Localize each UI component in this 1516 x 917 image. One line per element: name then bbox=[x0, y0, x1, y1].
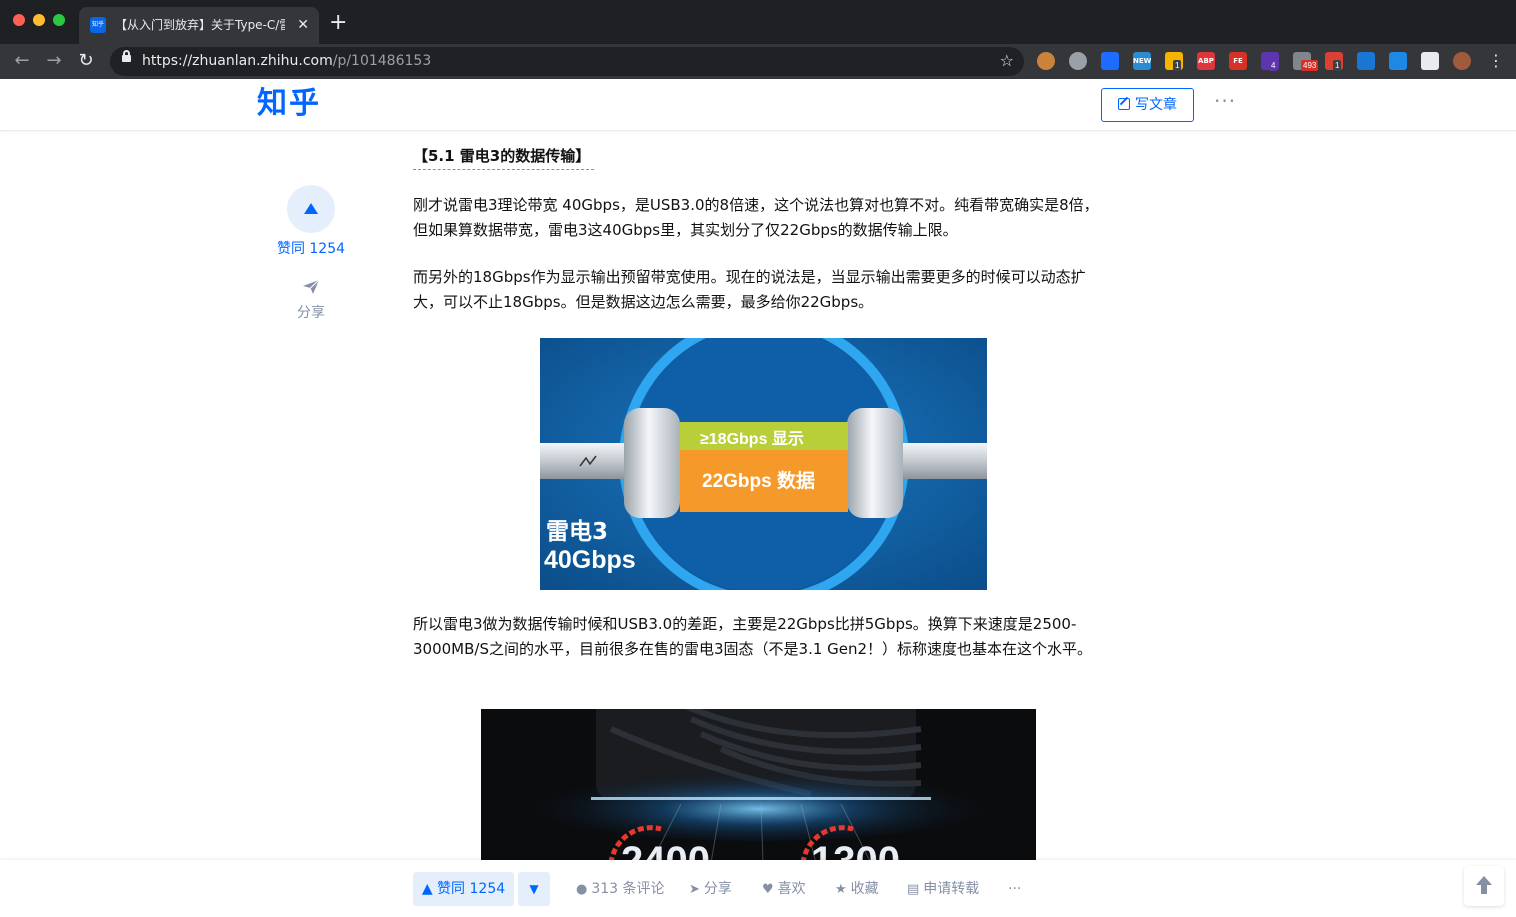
heart-icon: ♥ bbox=[762, 882, 774, 897]
collect-button[interactable]: ★ 收藏 bbox=[835, 872, 879, 906]
back-arrow-icon[interactable]: ← bbox=[11, 50, 33, 72]
article-paragraph-1: 刚才说雷电3理论带宽 40Gbps，是USB3.0的8倍速，这个说法也算对也算不… bbox=[413, 196, 1099, 239]
reprint-icon: ▤ bbox=[907, 882, 920, 897]
section-heading: 【5.1 雷电3的数据传输】 bbox=[413, 145, 595, 170]
stack-extension-badge: 4 bbox=[1269, 60, 1278, 71]
puzzle-extension-icon[interactable] bbox=[1421, 52, 1439, 70]
browser-tab-active[interactable]: 知乎 【从入门到放弃】关于Type-C/雷 ✕ bbox=[79, 7, 319, 44]
side-share-label[interactable]: 分享 bbox=[261, 303, 361, 323]
more-options-icon[interactable]: ··· bbox=[1214, 89, 1236, 113]
adblock-extension-icon[interactable]: ABP bbox=[1197, 52, 1215, 70]
article-paragraph-3: 所以雷电3做为数据传输时候和USB3.0的差距，主要是22Gbps比拼5Gbps… bbox=[413, 615, 1093, 658]
todoist-extension-badge: 1 bbox=[1333, 60, 1342, 71]
side-vote-count[interactable]: 赞同 1254 bbox=[261, 239, 361, 259]
share-paper-plane-icon[interactable] bbox=[302, 279, 320, 295]
bookmark-star-icon[interactable]: ☆ bbox=[1000, 51, 1014, 71]
maximize-window-button[interactable] bbox=[53, 14, 65, 26]
comment-bubble-icon: ● bbox=[576, 882, 588, 897]
like-button[interactable]: ♥ 喜欢 bbox=[762, 872, 806, 906]
url-text[interactable]: https://zhuanlan.zhihu.com/p/101486153 bbox=[142, 53, 431, 70]
download-extension-icon[interactable] bbox=[1389, 52, 1407, 70]
downvote-button[interactable]: ▼ bbox=[518, 872, 550, 906]
lock-icon bbox=[122, 50, 131, 62]
star-icon: ★ bbox=[835, 882, 847, 897]
zhihu-favicon-icon: 知乎 bbox=[90, 17, 106, 33]
browser-toolbar: ← → ↻ https://zhuanlan.zhihu.com/p/10148… bbox=[0, 44, 1516, 79]
bandwidth-40gbps-caption: 40Gbps bbox=[544, 546, 636, 574]
cookie-extension-icon[interactable] bbox=[1037, 52, 1055, 70]
back-to-top-button[interactable] bbox=[1464, 866, 1504, 906]
write-article-button[interactable]: 写文章 bbox=[1101, 88, 1194, 122]
upvote-triangle-icon bbox=[304, 203, 318, 214]
thunderbolt3-caption: 雷电3 bbox=[546, 519, 608, 545]
tab-close-icon[interactable]: ✕ bbox=[297, 15, 309, 35]
address-bar[interactable]: https://zhuanlan.zhihu.com/p/101486153 ☆ bbox=[110, 47, 1024, 76]
feather-extension-icon[interactable] bbox=[1357, 52, 1375, 70]
rss-extension-badge: 493 bbox=[1301, 60, 1319, 71]
profile-avatar-icon[interactable] bbox=[1453, 52, 1471, 70]
ssd-speed-image[interactable]: 2400 1300 bbox=[481, 709, 1036, 863]
request-reprint-button[interactable]: ▤ 申请转载 bbox=[907, 872, 979, 906]
site-header: 知乎 写文章 ··· bbox=[0, 79, 1516, 131]
share-button[interactable]: ➤ 分享 bbox=[689, 872, 732, 906]
share-paper-plane-icon: ➤ bbox=[689, 882, 700, 897]
article-action-bar: ▲ 赞同 1254 ▼ ● 313 条评论 ➤ 分享 ♥ 喜欢 ★ 收藏 ▤ 申请转载 ·… bbox=[0, 860, 1516, 917]
side-upvote-button[interactable] bbox=[287, 185, 335, 233]
thunderbolt-bandwidth-image[interactable]: ≥18Gbps 显示 22Gbps 数据 雷电3 40Gbps bbox=[540, 338, 987, 590]
browser-tabstrip: 知乎 【从入门到放弃】关于Type-C/雷 ✕ + bbox=[0, 0, 1516, 44]
comments-button[interactable]: ● 313 条评论 bbox=[576, 872, 665, 906]
bolt-extension-icon[interactable] bbox=[1101, 52, 1119, 70]
reload-icon[interactable]: ↻ bbox=[75, 50, 97, 72]
upvote-button[interactable]: ▲ 赞同 1254 bbox=[413, 872, 514, 906]
new-tab-button[interactable]: + bbox=[329, 10, 347, 36]
zhihu-article-page: 知乎 写文章 ··· 赞同 1254 分享 【5.1 雷电3的数据传输】 刚才说… bbox=[0, 79, 1516, 917]
arrow-up-icon bbox=[1476, 876, 1492, 894]
edit-icon bbox=[1118, 98, 1130, 110]
close-window-button[interactable] bbox=[13, 14, 25, 26]
display-bandwidth-label: ≥18Gbps 显示 bbox=[700, 430, 804, 448]
circle-extension-icon[interactable] bbox=[1069, 52, 1087, 70]
tab-title: 【从入门到放弃】关于Type-C/雷 bbox=[115, 18, 285, 32]
new-extension-icon[interactable]: NEW bbox=[1133, 52, 1151, 70]
article-paragraph-2: 而另外的18Gbps作为显示输出预留带宽使用。现在的说法是，当显示输出需要更多的… bbox=[413, 268, 1086, 311]
data-bandwidth-label: 22Gbps 数据 bbox=[702, 469, 815, 492]
minimize-window-button[interactable] bbox=[33, 14, 45, 26]
notes-extension-badge: 1 bbox=[1173, 60, 1182, 71]
fe-extension-icon[interactable]: FE bbox=[1229, 52, 1247, 70]
action-more-button[interactable]: ··· bbox=[1008, 872, 1021, 906]
browser-menu-icon[interactable]: ⋮ bbox=[1488, 51, 1504, 71]
zhihu-logo[interactable]: 知乎 bbox=[257, 85, 321, 123]
forward-arrow-icon[interactable]: → bbox=[43, 50, 65, 72]
